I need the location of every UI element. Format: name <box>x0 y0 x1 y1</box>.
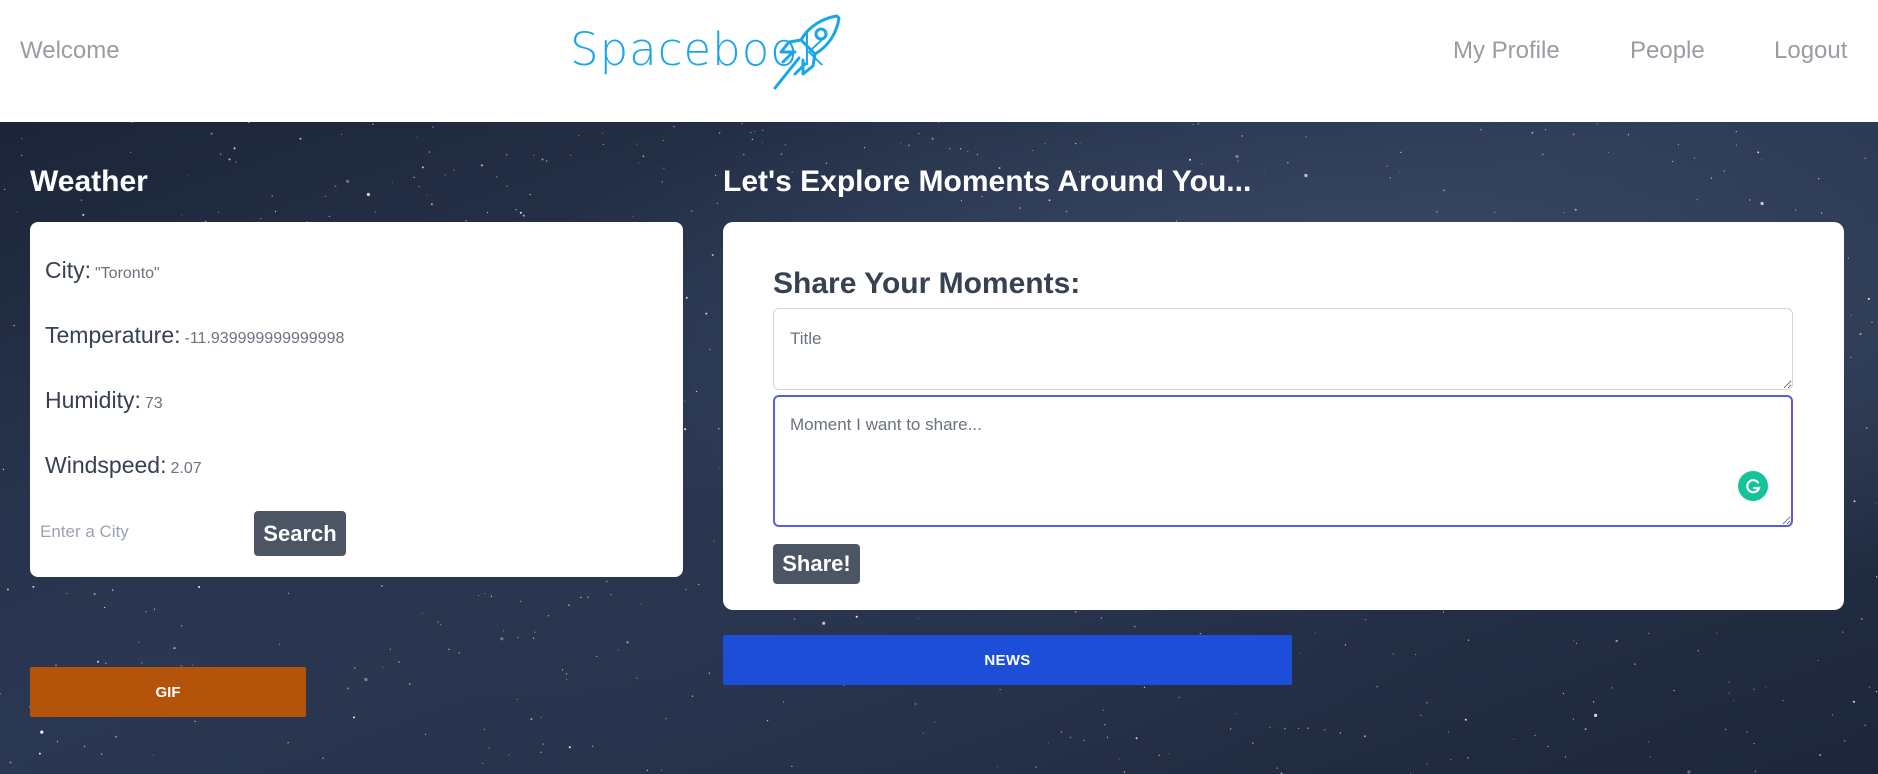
top-navbar: Welcome Spacebook My Profile People Logo… <box>0 0 1878 122</box>
moment-title-input[interactable] <box>773 308 1793 390</box>
weather-humidity: Humidity: 73 <box>45 385 163 419</box>
rocket-icon <box>773 14 841 90</box>
weather-city: City: "Toronto" <box>45 255 160 289</box>
nav-logout[interactable]: Logout <box>1774 36 1847 66</box>
city-value: "Toronto" <box>95 265 160 282</box>
windspeed-label: Windspeed: <box>45 452 167 478</box>
welcome-text: Welcome <box>20 37 120 64</box>
windspeed-value: 2.07 <box>170 460 202 477</box>
weather-temperature: Temperature: -11.939999999999998 <box>45 320 344 354</box>
weather-windspeed: Windspeed: 2.07 <box>45 450 202 484</box>
spacebook-logo[interactable]: Spacebook <box>570 10 850 90</box>
search-button[interactable]: Search <box>254 511 346 556</box>
grammarly-icon[interactable] <box>1738 471 1768 501</box>
nav-people[interactable]: People <box>1630 36 1705 66</box>
weather-title: Weather <box>30 165 148 198</box>
humidity-value: 73 <box>144 395 163 412</box>
nav-my-profile[interactable]: My Profile <box>1453 36 1560 66</box>
city-label: City: <box>45 257 91 283</box>
share-moments-card: Share Your Moments: Share! <box>723 222 1844 610</box>
humidity-label: Humidity: <box>45 387 141 413</box>
city-search-input[interactable] <box>40 515 240 549</box>
temperature-label: Temperature: <box>45 322 181 348</box>
temperature-value: -11.939999999999998 <box>184 330 345 347</box>
moments-title: Let's Explore Moments Around You... <box>723 165 1252 198</box>
news-button[interactable]: NEWS <box>723 635 1292 685</box>
gif-button[interactable]: GIF <box>30 667 306 717</box>
share-heading: Share Your Moments: <box>773 267 1081 300</box>
share-button[interactable]: Share! <box>773 544 860 584</box>
weather-card: City: "Toronto" Temperature: -11.939999999… <box>30 222 683 577</box>
moment-text-input[interactable] <box>773 395 1793 527</box>
